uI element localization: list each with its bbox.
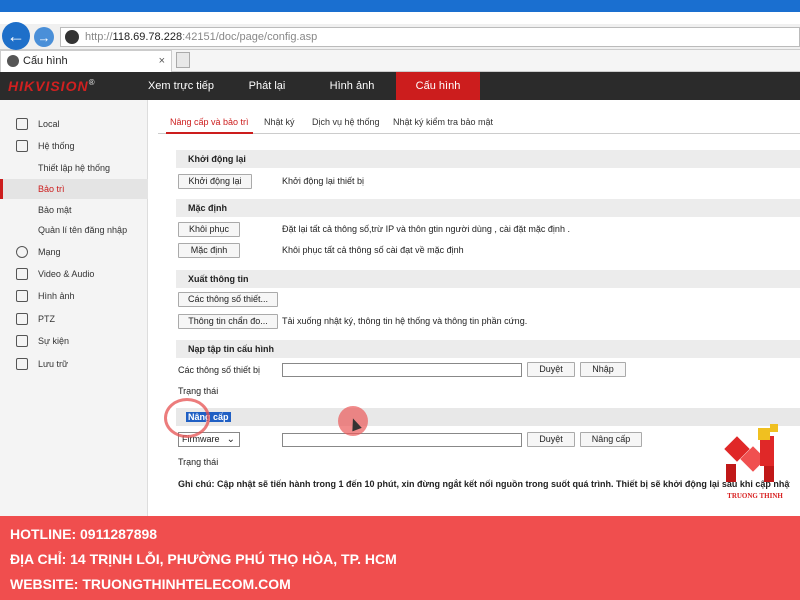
browser-tabs: Cấu hình ×: [0, 50, 800, 72]
ptz-icon: [16, 313, 28, 325]
sidebar-item-label: Hình ảnh: [38, 291, 75, 301]
sidebar-item-local[interactable]: Local: [0, 114, 148, 134]
sidebar-item-label: Video & Audio: [38, 269, 95, 279]
brand-name: TRUONG THINH: [727, 492, 783, 500]
import-label: Các thông số thiết bị: [178, 365, 261, 375]
click-highlight-ring: [164, 398, 210, 438]
truong-thinh-logo: [718, 424, 790, 500]
import-file-path-input[interactable]: [282, 363, 522, 377]
image-icon: [16, 290, 28, 302]
upgrade-browse-button[interactable]: Duyệt: [527, 432, 575, 447]
new-tab-button[interactable]: [176, 52, 190, 68]
nav-picture[interactable]: Hình ảnh: [312, 72, 392, 100]
sidebar-item-label: PTZ: [38, 314, 55, 324]
tab-favicon-icon: [7, 55, 19, 67]
sidebar-item-storage[interactable]: Lưu trữ: [0, 354, 148, 374]
subtab-bar: Nâng cấp và bảo trì Nhật ký Dịch vụ hệ t…: [158, 112, 800, 134]
sidebar-item-label: Local: [38, 119, 60, 129]
tab-log[interactable]: Nhật ký: [260, 112, 299, 134]
chevron-down-icon: ⌄: [226, 434, 235, 445]
sidebar-item-event[interactable]: Sự kiện: [0, 331, 148, 351]
export-params-button[interactable]: Các thông số thiết...: [178, 292, 278, 307]
diagnostic-description: Tải xuống nhật ký, thông tin hệ thống và…: [282, 316, 528, 326]
sidebar: Local Hệ thống Thiết lập hệ thống Bảo tr…: [0, 100, 148, 516]
hikvision-logo: HIKVISION®: [8, 78, 95, 94]
sidebar-item-label: Bảo trì: [38, 184, 65, 194]
sidebar-item-maintenance[interactable]: Bảo trì: [0, 179, 148, 199]
sidebar-item-security[interactable]: Bảo mật: [0, 200, 148, 220]
sidebar-item-ptz[interactable]: PTZ: [0, 309, 148, 329]
sidebar-item-label: Hệ thống: [38, 141, 75, 151]
sidebar-item-label: Mạng: [38, 247, 61, 257]
app-header: HIKVISION® Xem trực tiếp Phát lại Hình ả…: [0, 72, 800, 100]
monitor-icon: [16, 118, 28, 130]
section-export-title: Xuất thông tin: [176, 270, 800, 288]
nav-playback[interactable]: Phát lại: [228, 72, 306, 100]
section-default-title: Mặc định: [176, 199, 800, 217]
storage-icon: [16, 358, 28, 370]
sidebar-item-label: Sự kiện: [38, 336, 70, 346]
back-button[interactable]: ←: [2, 22, 30, 50]
tab-close-icon[interactable]: ×: [159, 51, 165, 71]
sidebar-item-label: Lưu trữ: [38, 359, 69, 369]
video-icon: [16, 268, 28, 280]
reboot-button[interactable]: Khởi động lại: [178, 174, 252, 189]
tab-upgrade-maintenance[interactable]: Nâng cấp và bảo trì: [166, 112, 253, 134]
section-upgrade-bar: [176, 408, 800, 426]
screenshot-frame: ← → http://118.69.78.228:42151/doc/page/…: [0, 0, 800, 600]
sidebar-item-system-settings[interactable]: Thiết lập hệ thống: [0, 158, 148, 178]
site-icon: [65, 30, 79, 44]
website-text: WEBSITE: TRUONGTHINHTELECOM.COM: [10, 576, 291, 592]
upgrade-file-path-input[interactable]: [282, 433, 522, 447]
logo-mark: ®: [88, 78, 96, 87]
url-field[interactable]: http://118.69.78.228:42151/doc/page/conf…: [60, 27, 800, 47]
reboot-description: Khởi động lại thiết bị: [282, 176, 364, 186]
forward-button[interactable]: →: [34, 27, 54, 47]
import-status-label: Trạng thái: [178, 386, 219, 396]
section-import-title: Nạp tập tin cấu hình: [176, 340, 800, 358]
tab-security-audit-log[interactable]: Nhật ký kiểm tra bảo mật: [389, 112, 497, 134]
restore-button[interactable]: Khôi phục: [178, 222, 240, 237]
address-text: ĐỊA CHỈ: 14 TRỊNH LỖI, PHƯỜNG PHÚ THỌ HÒ…: [10, 551, 397, 567]
url-host: 118.69.78.228: [112, 31, 183, 43]
upgrade-note: Ghi chú: Cập nhật sẽ tiến hành trong 1 đ…: [178, 479, 790, 489]
sidebar-item-system[interactable]: Hệ thống: [0, 136, 148, 156]
window-top-bar: [0, 0, 800, 12]
section-reboot-title: Khởi động lại: [176, 150, 800, 168]
contact-banner: HOTLINE: 0911287898 ĐỊA CHỈ: 14 TRỊNH LỖ…: [0, 516, 800, 600]
default-description: Khôi phục tất cả thông số cài đạt về mặc…: [282, 245, 464, 255]
sidebar-item-image[interactable]: Hình ảnh: [0, 286, 148, 306]
import-browse-button[interactable]: Duyệt: [527, 362, 575, 377]
upgrade-button[interactable]: Nâng cấp: [580, 432, 642, 447]
default-button[interactable]: Mặc định: [178, 243, 240, 258]
logo-text: HIKVISION: [8, 78, 89, 94]
nav-live-view[interactable]: Xem trực tiếp: [138, 72, 224, 100]
sidebar-item-label: Bảo mật: [38, 205, 72, 215]
tab-title: Cấu hình: [23, 55, 68, 67]
browser-tab[interactable]: Cấu hình ×: [0, 50, 172, 72]
diagnostic-info-button[interactable]: Thông tin chẩn đo...: [178, 314, 278, 329]
restore-description: Đặt lại tất cả thông số,trừ IP và thôn g…: [282, 224, 570, 234]
sidebar-item-video-audio[interactable]: Video & Audio: [0, 264, 148, 284]
sidebar-item-user-management[interactable]: Quản lí tên đăng nhập: [0, 220, 148, 240]
system-icon: [16, 140, 28, 152]
globe-icon: [16, 246, 28, 258]
sidebar-item-label: Thiết lập hệ thống: [38, 163, 111, 173]
sidebar-item-network[interactable]: Mạng: [0, 242, 148, 262]
import-button[interactable]: Nhập: [580, 362, 626, 377]
calendar-icon: [16, 335, 28, 347]
upgrade-status-label: Trạng thái: [178, 457, 219, 467]
hotline-text: HOTLINE: 0911287898: [10, 526, 158, 542]
address-bar-row: ← → http://118.69.78.228:42151/doc/page/…: [0, 22, 800, 50]
url-path: :42151/doc/page/config.asp: [182, 31, 318, 43]
sidebar-item-label: Quản lí tên đăng nhập: [38, 225, 128, 235]
tab-system-service[interactable]: Dịch vụ hệ thống: [308, 112, 384, 134]
nav-configuration[interactable]: Cấu hình: [396, 72, 480, 100]
url-scheme: http://: [85, 31, 113, 43]
